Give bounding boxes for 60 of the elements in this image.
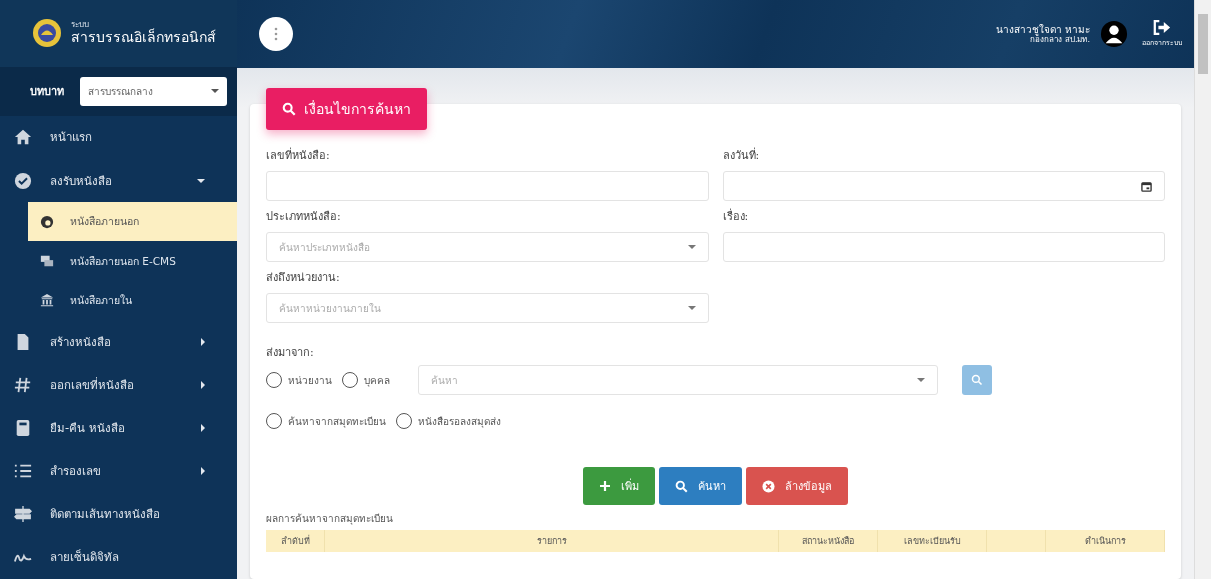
hash-icon — [14, 375, 32, 394]
stack-icon — [40, 254, 54, 268]
card-title: เงื่อนไขการค้นหา — [304, 99, 411, 119]
sign-icon — [14, 505, 32, 524]
brand-caption: ระบบ — [71, 21, 89, 30]
radio-option[interactable]: บุคคล — [342, 372, 390, 388]
radio-option[interactable]: หนังสือรอลงสมุดส่ง — [396, 413, 501, 429]
field-label: ลงวันที่: — [722, 146, 761, 164]
column-header: สถานะหนังสือ — [779, 530, 878, 552]
add-button[interactable]: เพิ่ม — [583, 467, 655, 505]
input-field[interactable] — [722, 232, 1165, 262]
menu-item[interactable]: หน้าแรก — [0, 115, 237, 159]
submenu-item[interactable]: หนังสือภายใน — [28, 280, 237, 320]
menu-item[interactable]: สร้างหนังสือ — [0, 319, 237, 364]
menu-item[interactable]: ยืม-คืน หนังสือ — [0, 406, 237, 450]
calendar-icon — [1141, 180, 1152, 192]
home-icon — [14, 128, 32, 147]
menu-item[interactable]: ออกเลขที่หนังสือ — [0, 363, 237, 407]
input-field[interactable] — [266, 171, 709, 201]
field-label: ส่งถึงหน่วยงาน: — [266, 270, 341, 286]
radio-option[interactable]: ค้นหาจากสมุดทะเบียน — [266, 413, 386, 429]
check-icon — [14, 171, 32, 190]
submenu-item[interactable]: หนังสือภายนอก — [28, 202, 237, 242]
scrollbar[interactable] — [1194, 0, 1211, 579]
results-caption: ผลการค้นหาจากสมุดทะเบียน — [266, 512, 394, 526]
bank-icon — [40, 293, 54, 308]
date-field[interactable] — [722, 171, 1165, 201]
column-header: รายการ — [325, 530, 779, 552]
menu-item[interactable]: ลงรับหนังสือ — [0, 158, 237, 203]
search-icon — [282, 102, 296, 116]
search-button[interactable]: ค้นหา — [659, 467, 742, 505]
emblem-icon — [32, 18, 62, 49]
clear-button[interactable]: ล้างข้อมูล — [746, 467, 848, 505]
field-label: ประเภทหนังสือ: — [266, 209, 342, 225]
role-dropdown[interactable]: สารบรรณกลาง — [80, 76, 227, 106]
search-icon — [971, 374, 983, 386]
book-icon — [14, 418, 32, 437]
avatar-icon — [1100, 20, 1128, 48]
menu-item[interactable]: สำรองเลข — [0, 449, 237, 493]
column-header: ดำเนินการ — [1046, 530, 1165, 552]
search-icon — [675, 479, 688, 493]
user-name: นางสาวชูใจดา หามะ — [995, 23, 1090, 36]
submenu-item[interactable]: หนังสือภายนอก E-CMS — [28, 241, 237, 281]
column-header: ลำดับที่ — [266, 530, 325, 552]
user-unit: กองกลาง สป.มท. — [1030, 35, 1090, 45]
field-label: เลขที่หนังสือ: — [266, 146, 331, 164]
more-button[interactable] — [259, 17, 293, 51]
field-label: เรื่อง: — [722, 207, 750, 225]
plus-icon — [599, 480, 611, 492]
app-title: สารบรรณอิเล็กทรอนิกส์ — [71, 30, 216, 46]
clear-icon — [762, 479, 775, 493]
radio-option[interactable]: หน่วยงาน — [266, 372, 332, 388]
dots-icon — [274, 27, 278, 41]
logout-icon — [1153, 20, 1171, 35]
search-button[interactable] — [962, 365, 992, 395]
field-label: ส่งมาจาก: — [266, 345, 315, 361]
menu-item[interactable]: ติดตามเส้นทางหนังสือ — [0, 492, 237, 536]
role-label: บทบาท — [30, 84, 64, 101]
menu-item[interactable]: ลายเซ็นดิจิทัล — [0, 535, 237, 579]
column-header: เลขทะเบียนรับ — [878, 530, 987, 552]
